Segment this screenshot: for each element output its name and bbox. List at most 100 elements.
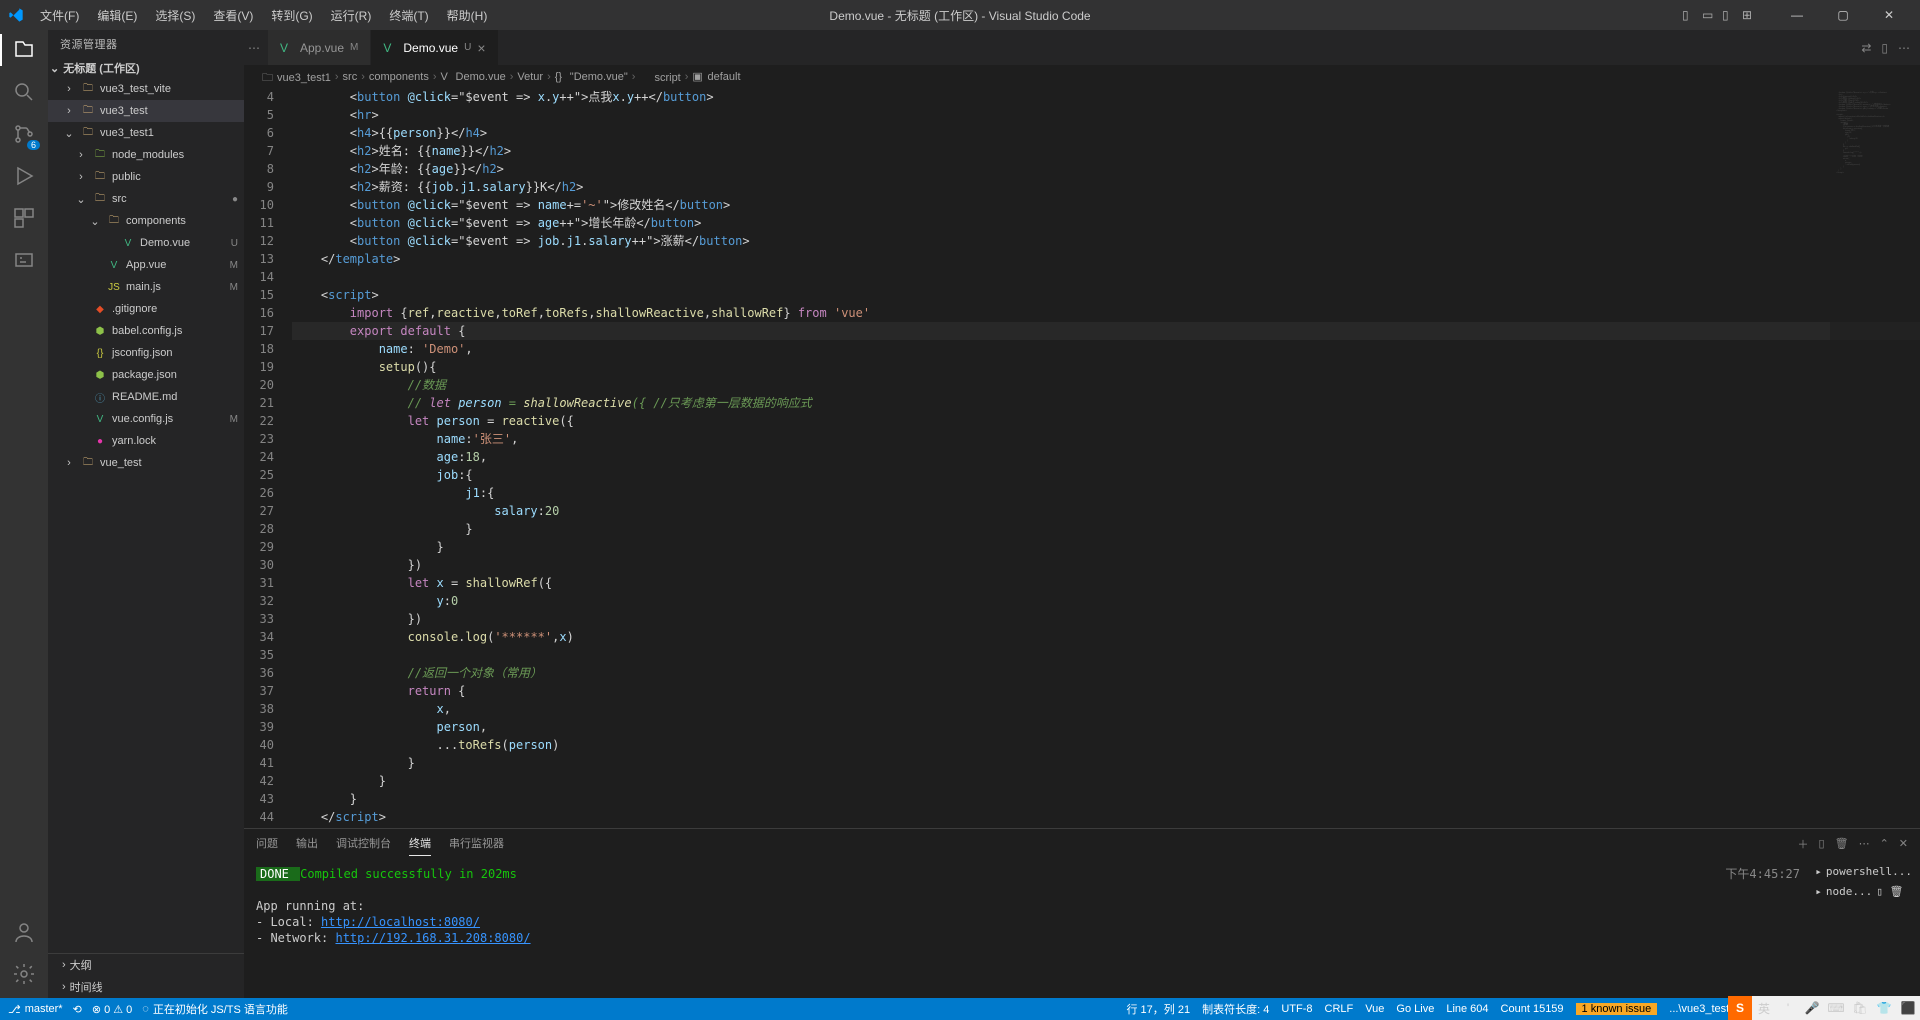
bottom-panel: 问题输出调试控制台终端串行监视器 ＋ ▯ 🗑 ⋯ ⌃ ✕ 下午4:45:27 ▸… bbox=[244, 828, 1920, 998]
tree-item[interactable]: Vvue.config.jsM bbox=[48, 408, 244, 430]
breadcrumb-item[interactable]: src bbox=[343, 71, 358, 83]
tree-item[interactable]: ›🗀node_modules bbox=[48, 144, 244, 166]
serial-icon[interactable] bbox=[12, 248, 36, 272]
panel-tab[interactable]: 调试控制台 bbox=[336, 835, 391, 856]
tree-item[interactable]: ⬢babel.config.js bbox=[48, 320, 244, 342]
tree-item[interactable]: ●yarn.lock bbox=[48, 430, 244, 452]
tree-item[interactable]: {}jsconfig.json bbox=[48, 342, 244, 364]
layout-grid-icon[interactable]: ⊞ bbox=[1742, 8, 1756, 22]
menu-item[interactable]: 选择(S) bbox=[147, 3, 203, 28]
tree-item[interactable]: ⬢package.json bbox=[48, 364, 244, 386]
tree-item[interactable]: ›🗀vue3_test bbox=[48, 100, 244, 122]
breadcrumb-item[interactable]: components bbox=[369, 71, 429, 83]
ime-key[interactable]: 👕 bbox=[1872, 996, 1896, 1020]
search-icon[interactable] bbox=[12, 80, 36, 104]
tree-item[interactable]: JSmain.jsM bbox=[48, 276, 244, 298]
new-terminal-icon[interactable]: ＋ bbox=[1798, 836, 1809, 856]
menu-item[interactable]: 帮助(H) bbox=[439, 3, 496, 28]
status-sync[interactable]: ⟲ bbox=[73, 1003, 82, 1016]
minimap[interactable]: <button @click="$event => x.y++">点我x.y++… bbox=[1830, 88, 1920, 828]
status-branch[interactable]: ⎇ master* bbox=[8, 1003, 63, 1016]
status-problems[interactable]: ⊗ 0 ⚠ 0 bbox=[92, 1003, 132, 1016]
account-icon[interactable] bbox=[12, 920, 36, 944]
ime-bar[interactable]: S英'🎤⌨🛍👕⬛ bbox=[1728, 996, 1920, 1020]
source-control-icon[interactable]: 6 bbox=[12, 122, 36, 146]
tree-item[interactable]: ◆.gitignore bbox=[48, 298, 244, 320]
panel-tab[interactable]: 串行监视器 bbox=[449, 835, 504, 856]
minimize-icon[interactable]: ― bbox=[1774, 0, 1820, 30]
panel-tab[interactable]: 终端 bbox=[409, 835, 431, 856]
tree-item[interactable]: ›🗀vue_test bbox=[48, 452, 244, 474]
status-item[interactable]: CRLF bbox=[1325, 1003, 1354, 1015]
breadcrumb-item[interactable]: 🗀 vue3_test1 bbox=[262, 69, 331, 84]
close-panel-icon[interactable]: ✕ bbox=[1899, 837, 1908, 854]
tree-item[interactable]: ⌄🗀components bbox=[48, 210, 244, 232]
menu-item[interactable]: 终端(T) bbox=[381, 3, 436, 28]
tree-item[interactable]: ›🗀public bbox=[48, 166, 244, 188]
menu-item[interactable]: 文件(F) bbox=[32, 3, 87, 28]
tree-item[interactable]: ›🗀vue3_test_vite bbox=[48, 78, 244, 100]
timeline-header[interactable]: ›时间线 bbox=[48, 976, 244, 998]
terminal-list[interactable]: ▸powershell...▸node... ▯ 🗑 bbox=[1811, 862, 1916, 902]
ime-key[interactable]: 🛍 bbox=[1848, 996, 1872, 1020]
menu-item[interactable]: 运行(R) bbox=[323, 3, 380, 28]
panel-tabs[interactable]: 问题输出调试控制台终端串行监视器 ＋ ▯ 🗑 ⋯ ⌃ ✕ bbox=[244, 829, 1920, 862]
layout-left-icon[interactable]: ▯ bbox=[1682, 8, 1696, 22]
tree-item[interactable]: VDemo.vueU bbox=[48, 232, 244, 254]
close-icon[interactable]: ✕ bbox=[1866, 0, 1912, 30]
menu-item[interactable]: 转到(G) bbox=[263, 3, 320, 28]
extensions-icon[interactable] bbox=[12, 206, 36, 230]
split-editor-icon[interactable]: ▯ bbox=[1881, 41, 1888, 55]
status-item[interactable]: Line 604 bbox=[1446, 1003, 1488, 1015]
breadcrumb-item[interactable]: Vetur bbox=[517, 71, 543, 83]
menubar[interactable]: 文件(F)编辑(E)选择(S)查看(V)转到(G)运行(R)终端(T)帮助(H) bbox=[32, 3, 495, 28]
menu-item[interactable]: 查看(V) bbox=[205, 3, 261, 28]
menu-item[interactable]: 编辑(E) bbox=[89, 3, 145, 28]
status-item[interactable]: 行 17，列 21 bbox=[1127, 1001, 1191, 1017]
more-icon[interactable]: ⋯ bbox=[248, 41, 260, 55]
status-item[interactable]: Go Live bbox=[1396, 1003, 1434, 1015]
tree-item[interactable]: VApp.vueM bbox=[48, 254, 244, 276]
breadcrumb-item[interactable]: {} "Demo.vue" bbox=[555, 71, 628, 83]
status-item[interactable]: Count 15159 bbox=[1501, 1003, 1564, 1015]
run-debug-icon[interactable] bbox=[12, 164, 36, 188]
ime-key[interactable]: ⬛ bbox=[1896, 996, 1920, 1020]
breadcrumb-item[interactable]: V Demo.vue bbox=[441, 71, 506, 83]
editor-tab[interactable]: VDemo.vueU× bbox=[371, 30, 498, 65]
panel-tab[interactable]: 问题 bbox=[256, 835, 278, 856]
split-terminal-icon[interactable]: ▯ bbox=[1819, 837, 1825, 854]
editor-more-icon[interactable]: ⋯ bbox=[1898, 41, 1910, 55]
close-tab-icon[interactable]: × bbox=[477, 40, 485, 56]
outline-header[interactable]: ›大纲 bbox=[48, 954, 244, 976]
breadcrumb-item[interactable]: script bbox=[639, 69, 680, 84]
toggle-word-wrap-icon[interactable]: ⇄ bbox=[1861, 41, 1871, 55]
breadcrumb-item[interactable]: ▣ default bbox=[692, 70, 740, 83]
code-editor[interactable]: <button @click="$event => x.y++">点我x.y++… bbox=[292, 88, 1920, 828]
status-warning[interactable]: 1 known issue bbox=[1576, 1003, 1658, 1015]
settings-gear-icon[interactable] bbox=[12, 962, 36, 986]
panel-tab[interactable]: 输出 bbox=[296, 835, 318, 856]
editor-tab[interactable]: VApp.vueM bbox=[268, 30, 371, 65]
chevron-up-icon[interactable]: ⌃ bbox=[1880, 837, 1889, 854]
tree-item[interactable]: ⓘREADME.md bbox=[48, 386, 244, 408]
status-item[interactable]: Vue bbox=[1365, 1003, 1384, 1015]
ime-key[interactable]: ' bbox=[1776, 996, 1800, 1020]
status-item[interactable]: 制表符长度: 4 bbox=[1202, 1001, 1269, 1017]
maximize-icon[interactable]: ▢ bbox=[1820, 0, 1866, 30]
sidebar-section-header[interactable]: ⌄无标题 (工作区) bbox=[48, 58, 244, 78]
ime-key[interactable]: S bbox=[1728, 996, 1752, 1020]
tree-item[interactable]: ⌄🗀vue3_test1 bbox=[48, 122, 244, 144]
trash-icon[interactable]: 🗑 bbox=[1835, 837, 1849, 854]
more-panel-icon[interactable]: ⋯ bbox=[1859, 837, 1870, 854]
ime-key[interactable]: ⌨ bbox=[1824, 996, 1848, 1020]
ime-key[interactable]: 🎤 bbox=[1800, 996, 1824, 1020]
terminal-output[interactable]: 下午4:45:27 ▸powershell...▸node... ▯ 🗑 DON… bbox=[244, 862, 1920, 998]
tree-item[interactable]: ⌄🗀src● bbox=[48, 188, 244, 210]
explorer-sidebar: 资源管理器 ⌄无标题 (工作区) ›🗀vue3_test_vite›🗀vue3_… bbox=[48, 30, 244, 998]
explorer-icon[interactable] bbox=[12, 38, 36, 62]
status-item[interactable]: UTF-8 bbox=[1281, 1003, 1312, 1015]
ime-key[interactable]: 英 bbox=[1752, 996, 1776, 1020]
layout-right-icon[interactable]: ▯ bbox=[1722, 8, 1736, 22]
layout-bottom-icon[interactable]: ▭ bbox=[1702, 8, 1716, 22]
breadcrumb[interactable]: 🗀 vue3_test1›src›components›V Demo.vue›V… bbox=[244, 65, 1920, 88]
